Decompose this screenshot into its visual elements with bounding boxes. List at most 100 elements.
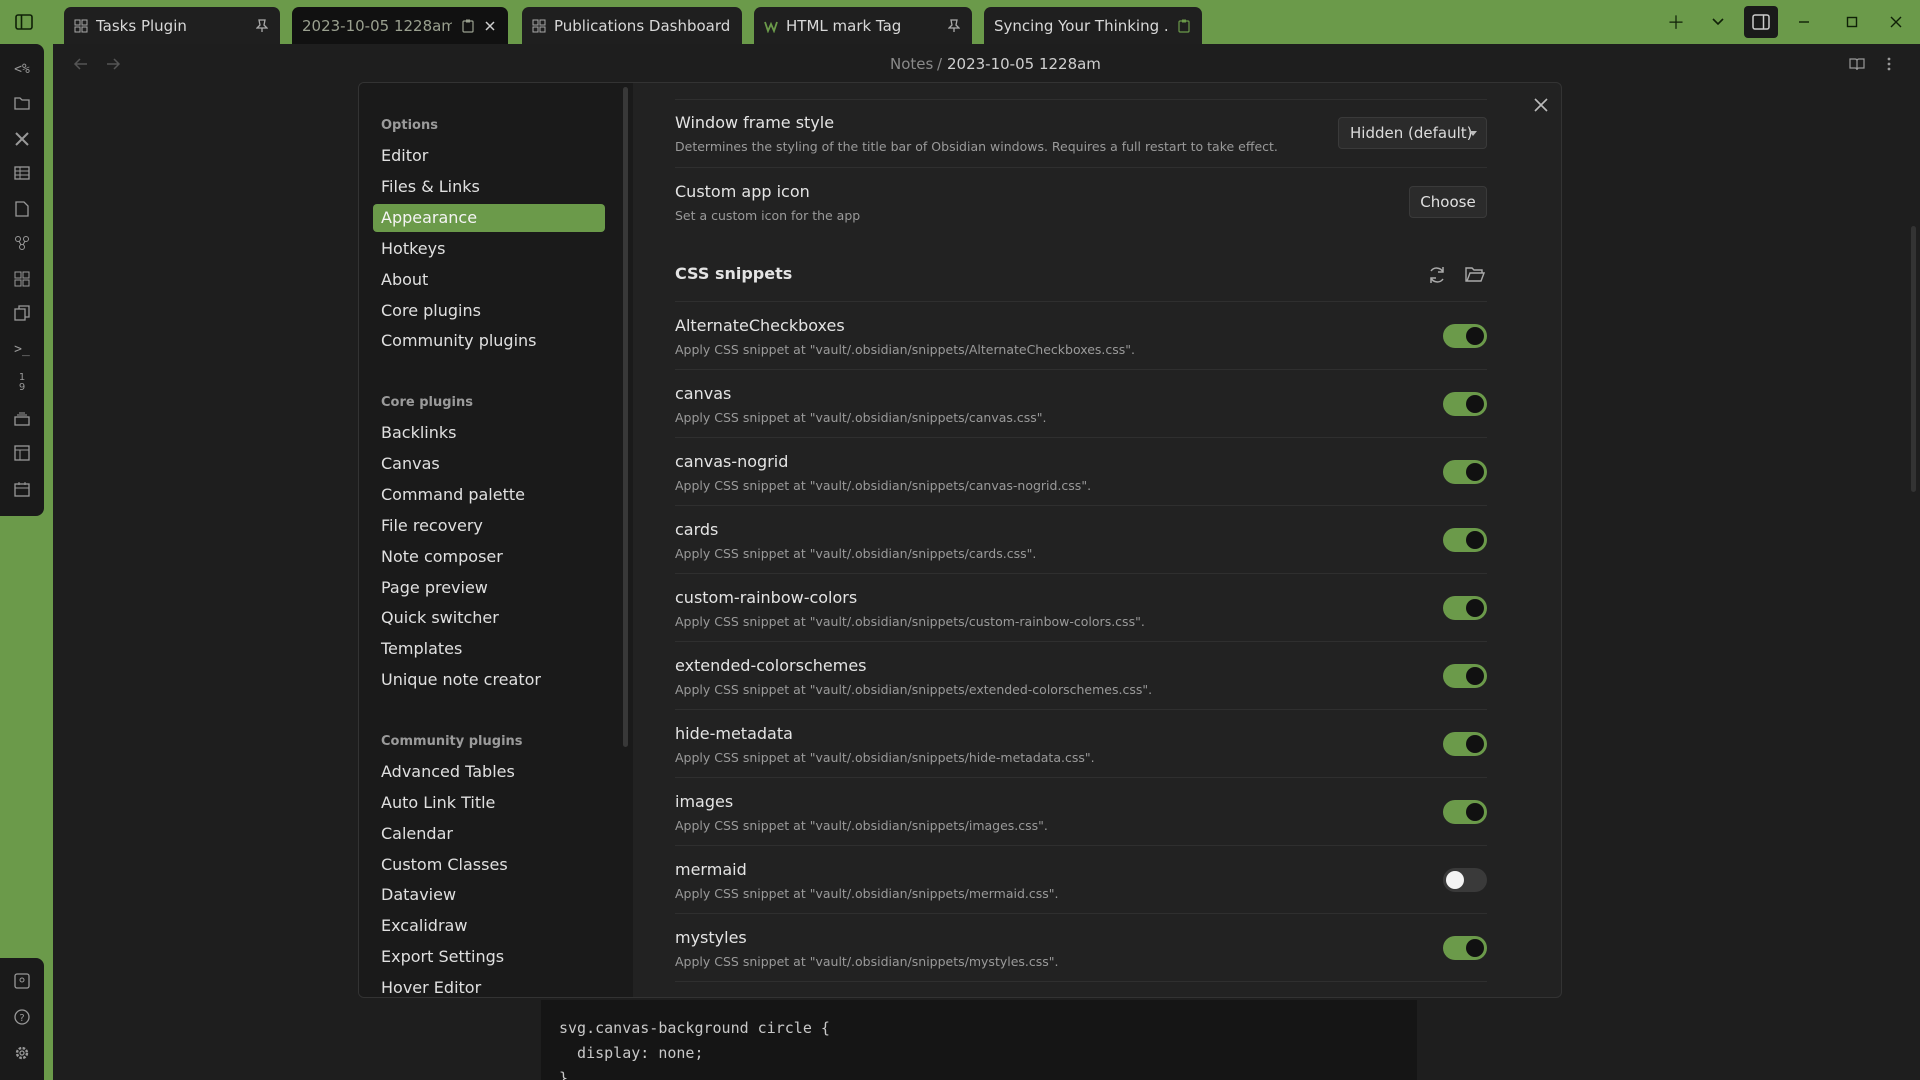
toggle-knob bbox=[1466, 327, 1484, 345]
nav-item-dataview[interactable]: Dataview bbox=[373, 881, 605, 909]
more-options-icon[interactable] bbox=[1881, 56, 1897, 72]
snippet-toggle[interactable] bbox=[1443, 460, 1487, 484]
clipboard-icon bbox=[1176, 18, 1192, 34]
window-close-icon[interactable] bbox=[1884, 10, 1908, 34]
snippet-description: Apply CSS snippet at "vault/.obsidian/sn… bbox=[675, 410, 1047, 425]
close-icon[interactable] bbox=[1529, 93, 1553, 117]
nav-item-advanced-tables[interactable]: Advanced Tables bbox=[373, 758, 605, 786]
nav-scrollbar[interactable] bbox=[623, 87, 628, 747]
tab-daily-note[interactable]: 2023-10-05 1228am bbox=[292, 7, 508, 44]
copy-icon[interactable] bbox=[11, 302, 33, 324]
pin-icon[interactable] bbox=[254, 18, 270, 34]
sidebar-toggle-icon[interactable] bbox=[10, 8, 38, 36]
css-snippets-header: CSS snippets bbox=[675, 235, 1487, 305]
gear-icon[interactable] bbox=[11, 1042, 33, 1064]
snippet-row: mystyles Apply CSS snippet at "vault/.ob… bbox=[675, 913, 1487, 981]
sort-numeric-icon[interactable]: 19 bbox=[11, 372, 33, 394]
nav-item-hover-editor[interactable]: Hover Editor bbox=[373, 974, 605, 997]
window-frame-dropdown[interactable]: Hidden (default) bbox=[1338, 117, 1487, 149]
nav-item-canvas[interactable]: Canvas bbox=[373, 450, 605, 478]
nav-item-templates[interactable]: Templates bbox=[373, 635, 605, 663]
reload-icon[interactable] bbox=[1427, 265, 1447, 285]
folder-open-icon[interactable] bbox=[1465, 265, 1486, 285]
nav-item-custom-classes[interactable]: Custom Classes bbox=[373, 851, 605, 879]
snippet-toggle[interactable] bbox=[1443, 596, 1487, 620]
tab-tasks-plugin[interactable]: Tasks Plugin bbox=[64, 7, 280, 44]
vault-icon[interactable] bbox=[11, 970, 33, 992]
snippet-row: custom-rainbow-colors Apply CSS snippet … bbox=[675, 573, 1487, 641]
layout-icon[interactable] bbox=[11, 442, 33, 464]
snippet-toggle[interactable] bbox=[1443, 664, 1487, 688]
new-tab-icon[interactable]: ＋ bbox=[1664, 10, 1688, 34]
reading-view-icon[interactable] bbox=[1849, 56, 1865, 72]
snippet-toggle[interactable] bbox=[1443, 528, 1487, 552]
snippet-name: images bbox=[675, 792, 734, 811]
snippet-row: images Apply CSS snippet at "vault/.obsi… bbox=[675, 777, 1487, 845]
nav-item-hotkeys[interactable]: Hotkeys bbox=[373, 235, 605, 263]
nav-item-core-plugins[interactable]: Core plugins bbox=[373, 297, 605, 325]
nav-item-about[interactable]: About bbox=[373, 266, 605, 294]
pin-icon[interactable] bbox=[946, 18, 962, 34]
calendar-icon[interactable] bbox=[11, 478, 33, 500]
nav-item-calendar[interactable]: Calendar bbox=[373, 820, 605, 848]
nav-item-auto-link-title[interactable]: Auto Link Title bbox=[373, 789, 605, 817]
nav-item-excalidraw[interactable]: Excalidraw bbox=[373, 912, 605, 940]
forward-arrow-icon[interactable] bbox=[105, 56, 121, 72]
setting-custom-app-icon: Custom app icon Set a custom icon for th… bbox=[675, 167, 1487, 235]
terminal-icon[interactable]: >_ bbox=[11, 338, 33, 360]
dashboard-icon bbox=[532, 19, 546, 33]
code-icon[interactable]: <% bbox=[11, 58, 33, 80]
nav-item-appearance[interactable]: Appearance bbox=[373, 204, 605, 232]
excalidraw-icon[interactable] bbox=[11, 128, 33, 150]
file-search-icon[interactable] bbox=[11, 198, 33, 220]
cards-icon[interactable] bbox=[11, 408, 33, 430]
snippet-description: Apply CSS snippet at "vault/.obsidian/sn… bbox=[675, 682, 1153, 697]
minimize-icon[interactable] bbox=[1792, 10, 1816, 34]
tab-publications-dashboard[interactable]: Publications Dashboard bbox=[522, 7, 742, 44]
table-icon[interactable] bbox=[11, 162, 33, 184]
tab-html-mark-tag[interactable]: HTML mark Tag bbox=[754, 7, 972, 44]
tab-syncing-your-thinking[interactable]: Syncing Your Thinking ... bbox=[984, 7, 1202, 44]
nav-item-export-settings[interactable]: Export Settings bbox=[373, 943, 605, 971]
back-arrow-icon[interactable] bbox=[73, 56, 89, 72]
nav-item-community-plugins[interactable]: Community plugins bbox=[373, 327, 605, 355]
snippet-description: Apply CSS snippet at "vault/.obsidian/sn… bbox=[675, 954, 1059, 969]
settings-content: Window frame style Determines the stylin… bbox=[633, 83, 1561, 997]
snippet-toggle[interactable] bbox=[1443, 392, 1487, 416]
dropdown-value: Hidden (default) bbox=[1350, 124, 1473, 142]
choose-icon-button[interactable]: Choose bbox=[1409, 186, 1487, 218]
nav-item-page-preview[interactable]: Page preview bbox=[373, 574, 605, 602]
help-icon[interactable]: ? bbox=[11, 1006, 33, 1028]
nav-item-command-palette[interactable]: Command palette bbox=[373, 481, 605, 509]
nav-item-quick-switcher[interactable]: Quick switcher bbox=[373, 604, 605, 632]
snippet-toggle[interactable] bbox=[1443, 324, 1487, 348]
snippet-toggle[interactable] bbox=[1443, 868, 1487, 892]
snippet-description: Apply CSS snippet at "vault/.obsidian/sn… bbox=[675, 750, 1095, 765]
snippet-toggle[interactable] bbox=[1443, 732, 1487, 756]
snippet-row: hide-metadata Apply CSS snippet at "vaul… bbox=[675, 709, 1487, 777]
nav-item-files-links[interactable]: Files & Links bbox=[373, 173, 605, 201]
nav-item-backlinks[interactable]: Backlinks bbox=[373, 419, 605, 447]
nav-item-unique-note-creator[interactable]: Unique note creator bbox=[373, 666, 605, 694]
breadcrumb-note[interactable]: 2023-10-05 1228am bbox=[947, 55, 1101, 73]
graph-icon[interactable] bbox=[11, 232, 33, 254]
chevron-down-icon[interactable] bbox=[1706, 10, 1730, 34]
snippet-toggle[interactable] bbox=[1443, 936, 1487, 960]
svg-text:?: ? bbox=[19, 1013, 24, 1024]
right-sidebar-toggle-icon[interactable] bbox=[1744, 6, 1778, 38]
folder-move-icon[interactable] bbox=[11, 92, 33, 114]
breadcrumb-folder[interactable]: Notes bbox=[890, 55, 933, 73]
breadcrumb-separator: / bbox=[937, 55, 943, 73]
maximize-icon[interactable] bbox=[1840, 10, 1864, 34]
toggle-knob bbox=[1446, 871, 1464, 889]
grid-icon[interactable] bbox=[11, 268, 33, 290]
snippet-description: Apply CSS snippet at "vault/.obsidian/sn… bbox=[675, 342, 1136, 357]
snippet-toggle[interactable] bbox=[1443, 800, 1487, 824]
nav-item-editor[interactable]: Editor bbox=[373, 142, 605, 170]
editor-scrollbar[interactable] bbox=[1911, 226, 1916, 492]
nav-item-note-composer[interactable]: Note composer bbox=[373, 543, 605, 571]
setting-name: Window frame style bbox=[675, 113, 835, 132]
nav-item-file-recovery[interactable]: File recovery bbox=[373, 512, 605, 540]
close-icon[interactable] bbox=[482, 18, 498, 34]
snippet-name: mermaid bbox=[675, 860, 747, 879]
